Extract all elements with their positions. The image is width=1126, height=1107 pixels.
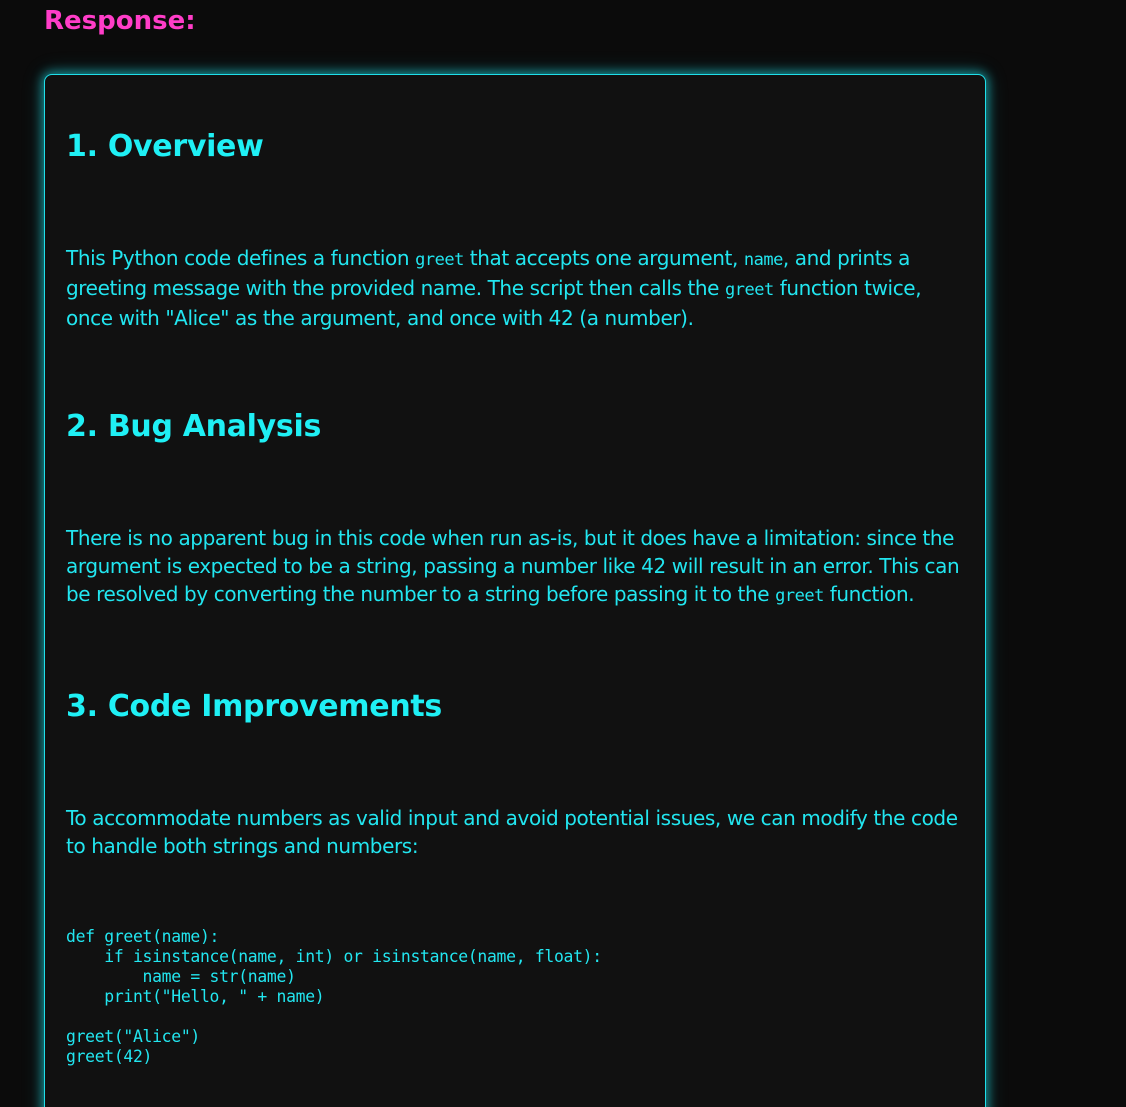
text-span: This Python code defines a function [66, 246, 416, 270]
section-title-code-improvements: 3. Code Improvements [66, 689, 442, 724]
inline-code: greet [725, 280, 774, 300]
overview-paragraph: This Python code defines a function gree… [66, 244, 966, 332]
inline-code: name [743, 250, 783, 270]
response-label: Response: [44, 6, 196, 36]
inline-code: greet [415, 250, 464, 270]
response-card: 1. Overview This Python code defines a f… [44, 74, 986, 1107]
inline-code: greet [775, 586, 824, 606]
section-title-overview: 1. Overview [66, 129, 264, 164]
text-span: that accepts one argument, [463, 246, 744, 270]
text-span: function. [823, 582, 915, 606]
section-title-bug-analysis: 2. Bug Analysis [66, 409, 322, 444]
text-span: To accommodate numbers as valid input an… [66, 806, 958, 858]
code-block: def greet(name): if isinstance(name, int… [66, 927, 602, 1066]
bug-analysis-paragraph: There is no apparent bug in this code wh… [66, 524, 966, 610]
code-improvements-paragraph: To accommodate numbers as valid input an… [66, 804, 966, 860]
